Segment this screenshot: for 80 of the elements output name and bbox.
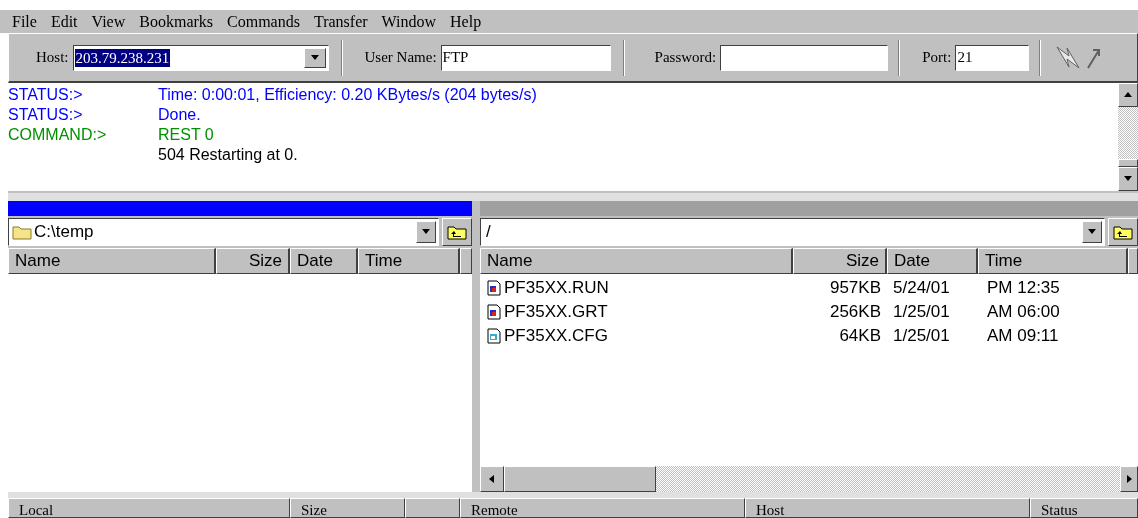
menu-item[interactable]: View [91,9,126,34]
menu-item[interactable]: Help [450,9,482,34]
folder-icon [12,224,32,240]
horizontal-scrollbar[interactable] [480,466,1138,492]
file-icon [486,280,502,296]
scroll-button[interactable] [480,466,504,492]
scroll-button[interactable] [1118,83,1138,107]
file-size: 64KB [839,326,881,346]
column-header[interactable]: Time [978,248,1128,274]
log-message: Done. [158,105,201,125]
password-label: Password: [654,48,717,68]
scroll-thumb[interactable] [1118,159,1138,167]
scroll-button[interactable] [1118,167,1138,191]
queue-column-header[interactable]: Remote [460,498,745,518]
scroll-button[interactable] [416,221,436,243]
file-time: PM 12:35 [987,278,1060,298]
column-header[interactable]: Size [216,248,290,274]
log-message: Time: 0:00:01, Efficiency: 0.20 KBytes/s (204 bytes/s) [158,85,537,105]
column-header[interactable]: Date [887,248,978,274]
file-icon [486,304,502,320]
scroll-button[interactable] [1082,221,1102,243]
menu-item[interactable]: Edit [50,9,78,34]
port-label: Port: [922,48,952,68]
queue-column-header[interactable] [405,498,460,518]
log-message: 504 Restarting at 0. [158,145,298,165]
parent-folder-button[interactable] [1108,218,1138,246]
file-name: PF35XX.RUN [504,277,609,300]
file-date: 5/24/01 [893,278,950,298]
file-name: PF35XX.GRT [504,301,608,324]
path-dropdown[interactable]: / [480,218,1105,246]
path-text: C:\temp [34,221,95,244]
column-header[interactable]: Name [480,248,793,274]
path-dropdown[interactable]: C:\temp [8,218,439,246]
file-row[interactable]: PF35XX.GRT 256KB 1/25/01 AM 06:00 [480,300,1138,324]
scroll-thumb[interactable] [504,466,656,492]
vertical-scrollbar[interactable] [1118,83,1138,191]
queue-column-header[interactable]: Size [290,498,405,518]
file-time: AM 06:00 [987,302,1060,322]
file-size: 256KB [829,302,881,322]
menu-item[interactable]: Commands [227,9,300,34]
caret-icon [487,474,497,484]
password-field[interactable] [720,44,889,71]
queue-column-header[interactable]: Local [8,498,290,518]
menu-item[interactable]: Transfer [313,9,368,34]
log-label: COMMAND:> [8,125,108,145]
file-size: 957KB [829,278,881,298]
column-header[interactable]: Date [290,248,358,274]
log-label: STATUS:> [8,105,84,125]
menu-item[interactable]: File [12,9,37,34]
folder-up-icon [447,224,467,240]
file-date: 1/25/01 [893,326,950,346]
caret-icon [1124,474,1134,484]
column-header[interactable]: Name [8,248,216,274]
host-value: 203.79.238.231 [74,48,171,67]
column-header[interactable]: Size [793,248,887,274]
queue-column-header[interactable]: Status [1030,498,1138,518]
column-header [460,248,472,274]
scroll-button[interactable] [303,47,326,68]
user-label: User Name: [364,48,437,68]
host-combobox[interactable]: 203.79.238.231 [72,44,329,71]
file-time: AM 09:11 [987,326,1059,346]
menu-item[interactable]: Bookmarks [139,9,214,34]
file-name: PF35XX.CFG [504,325,608,348]
path-text: / [486,221,492,244]
file-icon [486,328,502,344]
log-label: STATUS:> [8,85,84,105]
folder-up-icon [1113,224,1133,240]
caret-icon [1123,90,1133,100]
user-field[interactable]: FTP [440,44,611,71]
menu-item[interactable]: Window [381,9,437,34]
file-row[interactable]: PF35XX.CFG 64KB 1/25/01 AM 09:11 [480,324,1138,348]
log-message: REST 0 [158,125,214,145]
port-field[interactable]: 21 [955,44,1030,71]
scroll-button[interactable] [1120,466,1138,492]
column-header[interactable]: Time [358,248,460,274]
queue-column-header[interactable]: Host [745,498,1030,518]
file-row[interactable]: PF35XX.RUN 957KB 5/24/01 PM 12:35 [480,276,1138,300]
file-date: 1/25/01 [893,302,950,322]
parent-folder-button[interactable] [442,218,472,246]
host-label: Host: [36,48,69,68]
